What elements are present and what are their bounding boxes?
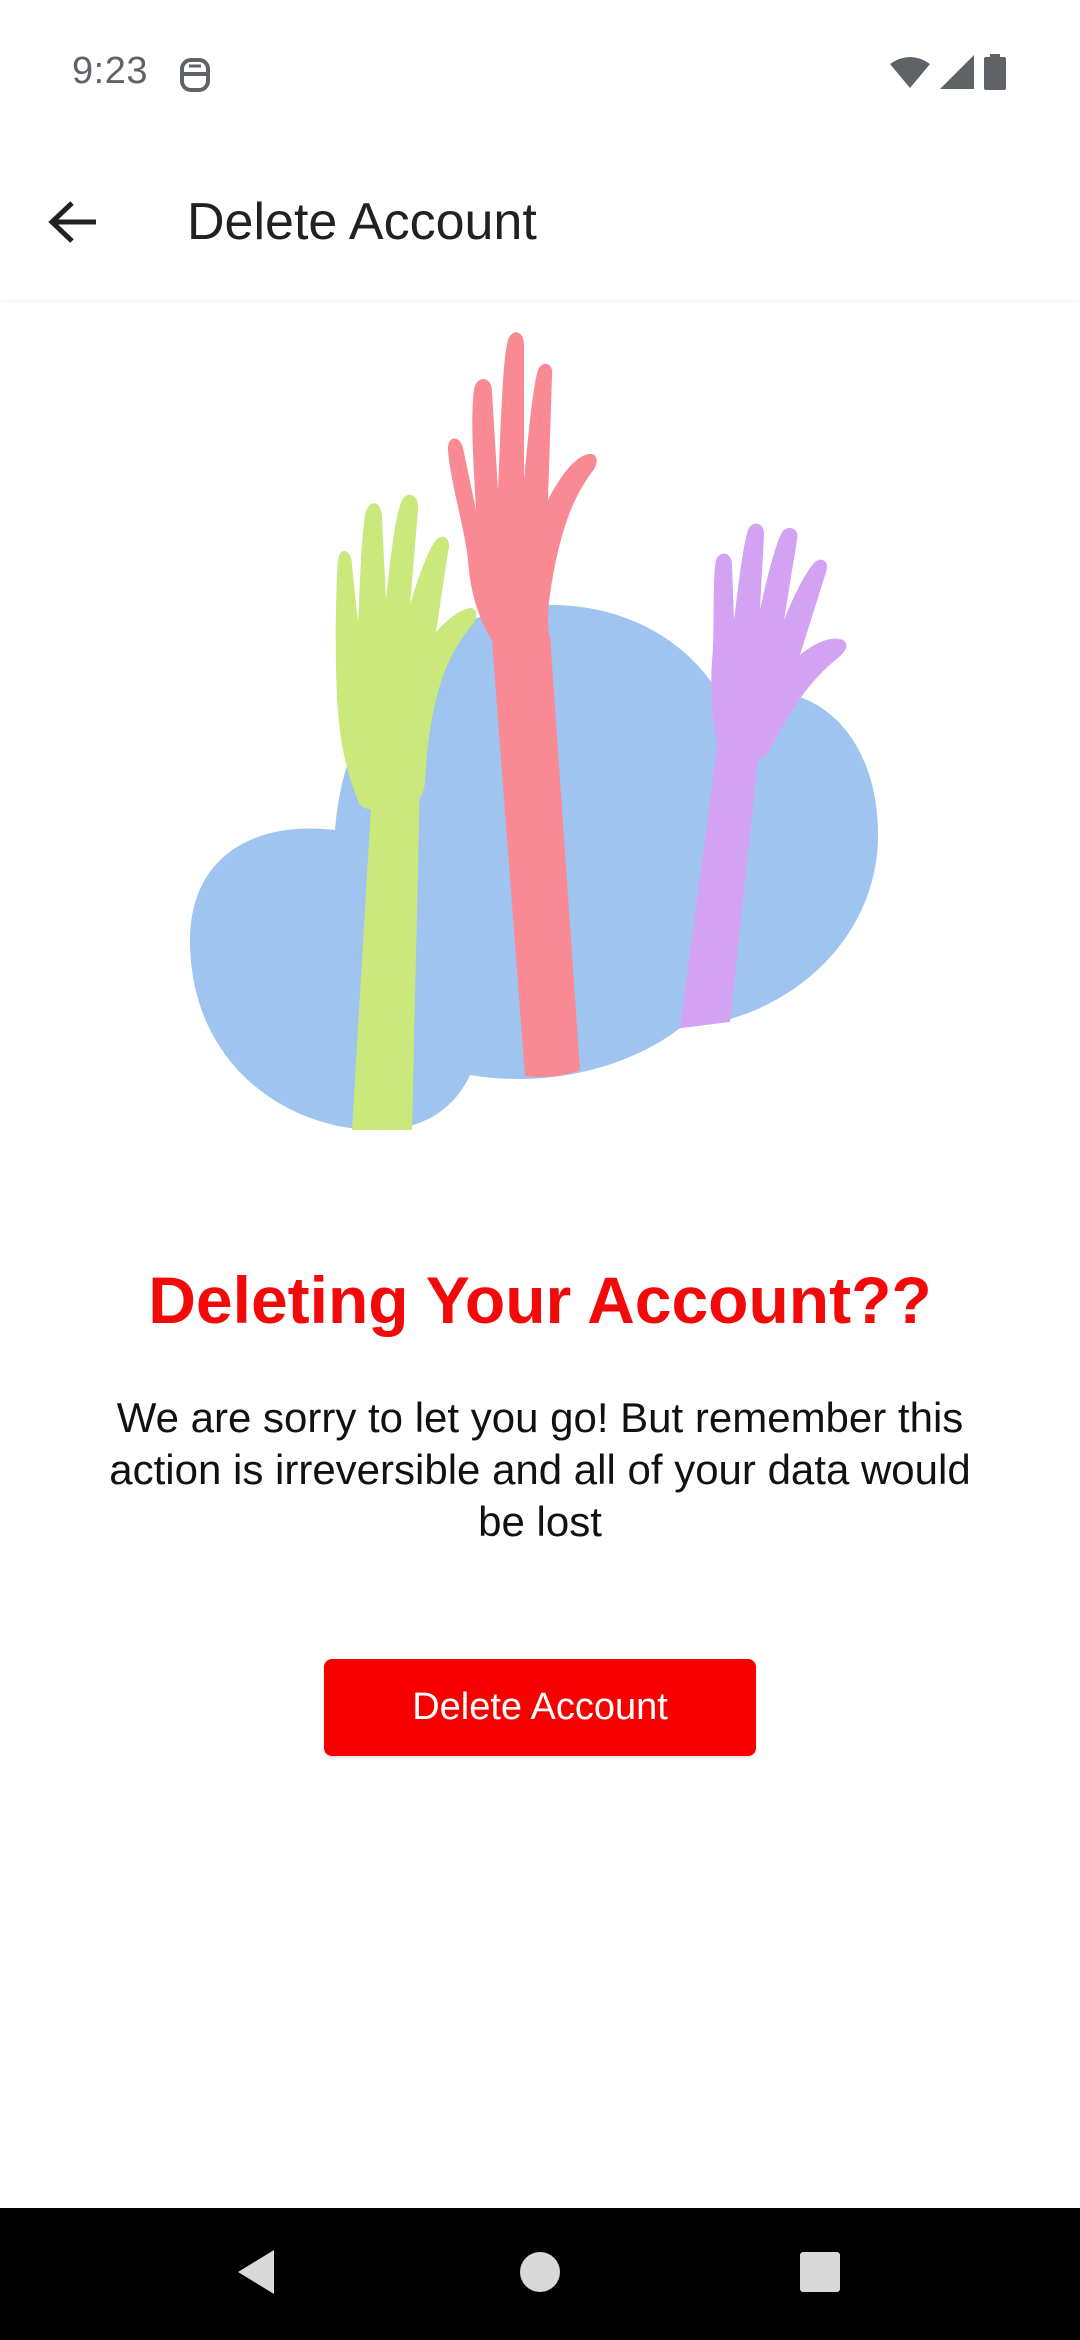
status-time: 9:23 xyxy=(72,50,148,92)
arrow-back-icon xyxy=(46,200,98,249)
signal-icon xyxy=(940,54,974,94)
app-bar: Delete Account xyxy=(0,150,1080,300)
raised-hands-illustration xyxy=(0,300,1080,1200)
back-triangle-icon xyxy=(234,2248,278,2301)
recents-square-icon xyxy=(799,2251,841,2298)
warning-message: We are sorry to let you go! But remember… xyxy=(109,1394,971,1545)
status-icons xyxy=(890,53,1006,95)
raised-hands-image xyxy=(190,332,879,1131)
nav-home-button[interactable] xyxy=(510,2244,570,2304)
nav-back-button[interactable] xyxy=(226,2244,286,2304)
battery-icon xyxy=(984,53,1006,95)
navigation-bar xyxy=(0,2208,1080,2340)
home-circle-icon xyxy=(518,2250,562,2299)
page-title: Delete Account xyxy=(187,193,537,251)
wifi-icon xyxy=(890,56,930,93)
headline: Deleting Your Account?? xyxy=(148,1263,932,1337)
back-button[interactable] xyxy=(30,182,114,266)
notification-icon xyxy=(178,56,212,94)
delete-account-button[interactable]: Delete Account xyxy=(324,1659,756,1756)
status-bar: 9:23 xyxy=(0,0,1080,150)
nav-recents-button[interactable] xyxy=(790,2244,850,2304)
